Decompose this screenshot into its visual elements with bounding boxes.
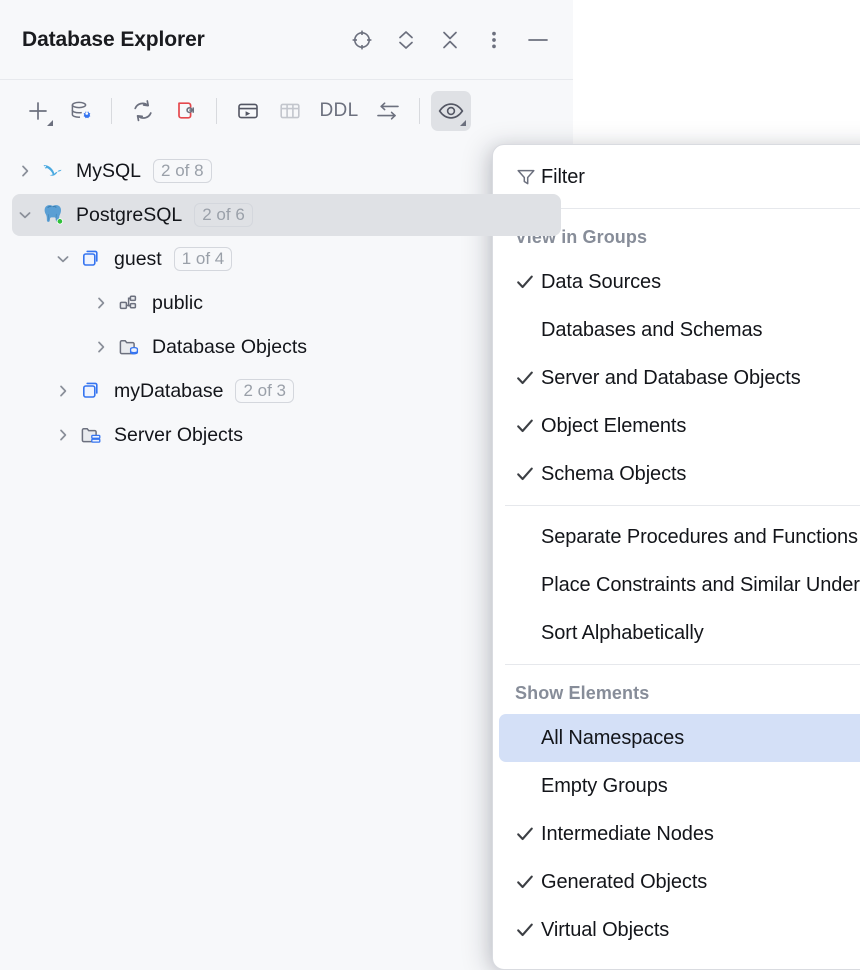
checkmark-icon — [507, 824, 541, 844]
tree-node-label: MySQL — [76, 160, 141, 183]
open-console-icon[interactable] — [228, 91, 268, 131]
toolbar-separator — [216, 98, 217, 124]
tree-node-label: Database Objects — [152, 336, 307, 359]
add-icon[interactable] — [18, 91, 58, 131]
tree-node-badge: 2 of 6 — [194, 203, 253, 227]
twisty-collapsed-icon[interactable] — [88, 281, 114, 325]
panel-toolbar: DDL — [0, 80, 573, 142]
twisty-expanded-icon[interactable] — [12, 193, 38, 237]
menu-item-label: All Namespaces — [541, 727, 684, 750]
twisty-collapsed-icon[interactable] — [88, 325, 114, 369]
toolbar-separator — [419, 98, 420, 124]
tree-node-label: PostgreSQL — [76, 204, 182, 227]
screen-root: Database Explorer — [0, 0, 860, 970]
minimize-icon[interactable] — [521, 23, 555, 57]
checkmark-icon — [507, 368, 541, 388]
checkmark-icon — [507, 872, 541, 892]
disconnect-icon[interactable] — [165, 91, 205, 131]
menu-item-label: Virtual Objects — [541, 919, 669, 942]
page-title: Database Explorer — [22, 28, 205, 52]
menu-item-label: Schema Objects — [541, 463, 686, 486]
checkmark-icon — [507, 464, 541, 484]
add-dropdown-arrow-icon — [47, 120, 53, 126]
mysql-dolphin-icon — [38, 149, 68, 193]
expand-collapse-icon[interactable] — [389, 23, 423, 57]
menu-item-label: Empty Groups — [541, 775, 668, 798]
database-tree: MySQL 2 of 8 — [0, 142, 573, 457]
menu-item-sort-alphabetically[interactable]: Sort Alphabetically — [493, 609, 860, 657]
data-source-properties-icon[interactable] — [60, 91, 100, 131]
view-options-icon[interactable] — [431, 91, 471, 131]
tree-node-mydatabase[interactable]: myDatabase 2 of 3 — [0, 369, 573, 413]
menu-item-generated-objects[interactable]: Generated Objects — [493, 858, 860, 906]
panel-header: Database Explorer — [0, 0, 573, 80]
twisty-collapsed-icon[interactable] — [12, 149, 38, 193]
tree-node-mysql[interactable]: MySQL 2 of 8 — [0, 149, 573, 193]
menu-separator — [505, 505, 860, 506]
tree-node-label: Server Objects — [114, 424, 243, 447]
checkmark-icon — [507, 272, 541, 292]
header-actions — [345, 23, 555, 57]
checkmark-icon — [507, 920, 541, 940]
menu-item-all-namespaces[interactable]: All Namespaces — [493, 714, 860, 762]
menu-item-virtual-objects[interactable]: Virtual Objects — [493, 906, 860, 954]
menu-item-label: Intermediate Nodes — [541, 823, 714, 846]
twisty-collapsed-icon[interactable] — [50, 369, 76, 413]
menu-item-separate-procedures-and-functions[interactable]: Separate Procedures and Functions — [493, 513, 860, 561]
menu-item-place-constraints-under-columns[interactable]: Place Constraints and Similar Under Colu… — [493, 561, 860, 609]
toolbar-separator — [111, 98, 112, 124]
menu-item-filter[interactable]: Filter — [493, 153, 860, 201]
menu-item-label: Generated Objects — [541, 871, 707, 894]
view-options-menu: Filter View in Groups Data Sources Datab… — [492, 144, 860, 970]
tree-node-public[interactable]: public — [0, 281, 573, 325]
menu-item-label: Object Elements — [541, 415, 686, 438]
more-options-icon[interactable] — [477, 23, 511, 57]
checkmark-icon — [507, 416, 541, 436]
menu-item-object-elements[interactable]: Object Elements — [493, 402, 860, 450]
tree-node-postgresql[interactable]: PostgreSQL 2 of 6 — [0, 193, 573, 237]
menu-item-label: Sort Alphabetically — [541, 622, 704, 645]
database-explorer-panel: Database Explorer — [0, 0, 573, 970]
server-objects-folder-icon — [76, 413, 106, 457]
menu-item-label: Databases and Schemas — [541, 319, 762, 342]
database-objects-folder-icon — [114, 325, 144, 369]
tree-node-label: public — [152, 292, 203, 315]
menu-item-label: Data Sources — [541, 271, 661, 294]
tree-node-guest[interactable]: guest 1 of 4 — [0, 237, 573, 281]
refresh-icon[interactable] — [123, 91, 163, 131]
tree-node-badge: 2 of 3 — [235, 379, 294, 403]
ddl-button[interactable]: DDL — [312, 91, 366, 131]
view-options-dropdown-arrow-icon — [460, 120, 466, 126]
menu-item-data-sources[interactable]: Data Sources — [493, 258, 860, 306]
tree-node-label: guest — [114, 248, 162, 271]
menu-item-server-and-database-objects[interactable]: Server and Database Objects — [493, 354, 860, 402]
tree-node-badge: 2 of 8 — [153, 159, 212, 183]
menu-item-label: Server and Database Objects — [541, 367, 801, 390]
menu-group-title-show-elements: Show Elements — [493, 672, 860, 714]
menu-item-label: Place Constraints and Similar Under Colu… — [541, 574, 860, 597]
tree-node-badge: 1 of 4 — [174, 247, 233, 271]
twisty-collapsed-icon[interactable] — [50, 413, 76, 457]
menu-item-intermediate-nodes[interactable]: Intermediate Nodes — [493, 810, 860, 858]
database-icon — [76, 237, 106, 281]
locate-in-tree-icon[interactable] — [345, 23, 379, 57]
schema-icon — [114, 281, 144, 325]
menu-separator — [505, 664, 860, 665]
tree-node-database-objects[interactable]: Database Objects — [0, 325, 573, 369]
menu-item-label: Filter — [541, 166, 585, 189]
tree-node-label: myDatabase — [114, 380, 223, 403]
database-icon — [76, 369, 106, 413]
menu-item-databases-and-schemas[interactable]: Databases and Schemas — [493, 306, 860, 354]
twisty-expanded-icon[interactable] — [50, 237, 76, 281]
tree-node-server-objects[interactable]: Server Objects — [0, 413, 573, 457]
data-editor-icon[interactable] — [270, 91, 310, 131]
menu-item-schema-objects[interactable]: Schema Objects — [493, 450, 860, 498]
postgresql-elephant-icon — [38, 193, 68, 237]
menu-item-empty-groups[interactable]: Empty Groups — [493, 762, 860, 810]
jump-to-icon[interactable] — [368, 91, 408, 131]
collapse-all-icon[interactable] — [433, 23, 467, 57]
menu-item-label: Separate Procedures and Functions — [541, 526, 858, 549]
filter-funnel-icon — [507, 166, 541, 188]
